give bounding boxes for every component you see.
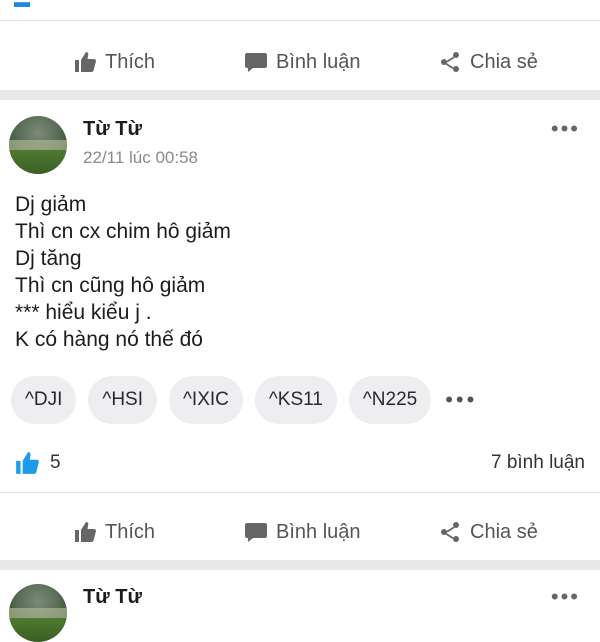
post-actionbar: Thích Bình luận Chia sẻ: [0, 506, 600, 558]
post-content: Dj giảm Thì cn cx chim hô giảm Dj tăng T…: [15, 191, 231, 353]
comment-count[interactable]: 7 bình luận: [491, 452, 585, 474]
ticker-tag[interactable]: ^KS11: [254, 376, 337, 424]
next-post-avatar[interactable]: [9, 584, 67, 642]
like-count[interactable]: 5: [14, 450, 61, 476]
divider: [0, 492, 600, 493]
post-line: Thì cn cx chim hô giảm: [15, 220, 231, 243]
thumbs-up-icon: [75, 522, 96, 542]
comment-label: Bình luận: [276, 520, 361, 543]
comment-icon: [245, 523, 267, 542]
post-separator: [0, 560, 600, 570]
share-button[interactable]: Chia sẻ: [438, 50, 538, 74]
ticker-tag[interactable]: ^IXIC: [169, 376, 243, 424]
share-button[interactable]: Chia sẻ: [438, 520, 538, 544]
share-label: Chia sẻ: [470, 520, 538, 543]
comment-label: Bình luận: [276, 50, 361, 73]
avatar[interactable]: [9, 116, 67, 174]
more-options-icon[interactable]: •••: [551, 584, 580, 610]
next-post-author[interactable]: Từ Từ: [83, 586, 142, 609]
ticker-tags: ^DJI ^HSI ^IXIC ^KS11 ^N225 •••: [11, 376, 477, 424]
comment-icon: [245, 53, 267, 72]
post-line: *** hiểu kiểu j .: [15, 301, 152, 324]
post-line: Dj tăng: [15, 247, 82, 270]
previous-post-bottom: ▬: [0, 0, 600, 21]
share-label: Chia sẻ: [470, 50, 538, 73]
post-separator: [0, 90, 600, 100]
like-label: Thích: [105, 520, 156, 543]
previous-post-icon: ▬: [14, 0, 30, 11]
thumbs-up-icon: [16, 452, 39, 474]
thumbs-up-icon: [75, 52, 96, 72]
like-button[interactable]: Thích: [73, 520, 155, 544]
post-stats: 5 7 bình luận: [0, 446, 600, 480]
ticker-tag[interactable]: ^N225: [348, 376, 432, 424]
share-icon: [441, 522, 459, 542]
like-count-value: 5: [50, 452, 61, 473]
like-label: Thích: [105, 50, 156, 73]
more-options-icon[interactable]: •••: [551, 116, 580, 142]
post-timestamp: 22/11 lúc 00:58: [83, 148, 198, 167]
comment-button[interactable]: Bình luận: [244, 520, 361, 544]
post-line: Thì cn cũng hô giảm: [15, 274, 206, 297]
post-line: Dj giảm: [15, 193, 87, 216]
post-line: K có hàng nó thế đó: [15, 328, 203, 351]
more-tags-icon[interactable]: •••: [445, 387, 477, 413]
ticker-tag[interactable]: ^HSI: [88, 376, 158, 424]
post-author[interactable]: Từ Từ: [83, 118, 142, 141]
comment-button[interactable]: Bình luận: [244, 50, 361, 74]
ticker-tag[interactable]: ^DJI: [11, 376, 77, 424]
previous-post-actionbar: Thích Bình luận Chia sẻ: [0, 36, 600, 88]
share-icon: [441, 52, 459, 72]
like-button[interactable]: Thích: [73, 50, 155, 74]
